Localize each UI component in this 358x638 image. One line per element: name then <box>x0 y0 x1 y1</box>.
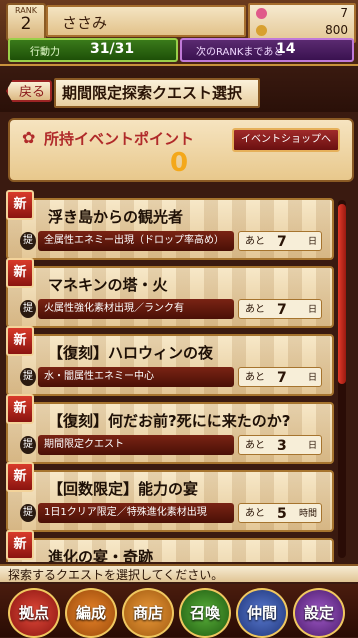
quest-name: 【復刻】ハロウィンの夜 <box>48 344 214 362</box>
remaining-unit: 時間 <box>298 509 317 519</box>
quest-card[interactable]: 新 【復刻】ハロウィンの夜 提 水・闇属性エネミー中心 あと 7 日 <box>6 326 334 396</box>
remaining-prefix: あと <box>245 508 265 519</box>
quest-name: 浮き島からの観光者 <box>48 208 184 226</box>
new-badge: 新 <box>6 258 34 288</box>
stamina-value: 31/31 <box>90 41 135 57</box>
nav-summon-button[interactable]: 召喚 <box>179 588 231 638</box>
new-badge: 新 <box>6 326 34 356</box>
rank-box: RANK 2 <box>6 3 46 41</box>
event-shop-button[interactable]: イベントショップへ <box>232 128 340 152</box>
remaining-unit: 日 <box>307 237 317 247</box>
nav-friends-button[interactable]: 仲間 <box>236 588 288 638</box>
nav-settings-button[interactable]: 設定 <box>293 588 345 638</box>
tei-icon: 提 <box>20 504 36 522</box>
quest-card[interactable]: 新 マネキンの塔・火 提 火属性強化素材出現／ランク有 あと 7 日 <box>6 258 334 328</box>
remaining-prefix: あと <box>245 304 265 315</box>
quest-name: 【回数限定】能力の宴 <box>48 480 199 498</box>
header: RANK 2 ささみ 7 800 行動力 31/31 次のRANKまであと 14 <box>0 0 358 66</box>
remaining-time: あと 5 時間 <box>238 503 322 523</box>
new-badge: 新 <box>6 530 34 560</box>
remaining-prefix: あと <box>245 440 265 451</box>
quest-description: 火属性強化素材出現／ランク有 <box>38 299 234 319</box>
scrollbar-thumb[interactable] <box>338 204 346 384</box>
remaining-time: あと 3 日 <box>238 435 322 455</box>
tei-icon: 提 <box>20 436 36 454</box>
exp-value: 14 <box>276 41 296 57</box>
nav-shop-button[interactable]: 商店 <box>122 588 174 638</box>
remaining-number: 5 <box>277 506 287 522</box>
resource-value: 7 <box>340 6 348 20</box>
player-name-bar: ささみ <box>46 5 246 37</box>
resource-row: 7 <box>254 6 348 22</box>
event-points-panel: ✿ 所持イベントポイント イベントショップへ 0 <box>8 118 354 182</box>
stamina-label: 行動力 <box>30 47 60 58</box>
remaining-number: 3 <box>277 438 287 454</box>
player-name: ささみ <box>62 14 108 32</box>
quest-card[interactable]: 新 【復刻】何だお前?死にに来たのか? 提 期間限定クエスト あと 3 日 <box>6 394 334 464</box>
bottom-nav: 拠点 編成 商店 召喚 仲間 設定 <box>0 584 358 638</box>
remaining-number: 7 <box>277 234 287 250</box>
quest-name: 【復刻】何だお前?死にに来たのか? <box>48 412 291 430</box>
remaining-unit: 日 <box>307 305 317 315</box>
sakura-icon: ✿ <box>22 128 36 147</box>
tei-icon: 提 <box>20 232 36 250</box>
exp-label: 次のRANKまであと <box>196 47 284 58</box>
remaining-number: 7 <box>277 302 287 318</box>
new-badge: 新 <box>6 190 34 220</box>
remaining-time: あと 7 日 <box>238 299 322 319</box>
remaining-number: 7 <box>277 370 287 386</box>
quest-card[interactable]: 新 浮き島からの観光者 提 全属性エネミー出現（ドロップ率高め） あと 7 日 <box>6 190 334 260</box>
stamina-bar: 行動力 31/31 <box>8 38 178 62</box>
exp-bar: 次のRANKまであと 14 <box>180 38 354 62</box>
nav-home-button[interactable]: 拠点 <box>8 588 60 638</box>
remaining-time: あと 7 日 <box>238 367 322 387</box>
resource-box: 7 800 <box>248 3 356 43</box>
quest-description: 1日1クリア限定／特殊進化素材出現 <box>38 503 234 523</box>
quest-description: 水・闇属性エネミー中心 <box>38 367 234 387</box>
tei-icon: 提 <box>20 368 36 386</box>
remaining-time: あと 7 日 <box>238 231 322 251</box>
resource-value: 800 <box>325 23 348 37</box>
tei-icon: 提 <box>20 300 36 318</box>
status-message: 探索するクエストを選択してください。 <box>0 564 358 582</box>
quest-list[interactable]: 新 浮き島からの観光者 提 全属性エネミー出現（ドロップ率高め） あと 7 日 … <box>0 182 358 562</box>
fish-icon <box>256 8 267 19</box>
quest-name: マネキンの塔・火 <box>48 276 168 294</box>
remaining-unit: 日 <box>307 441 317 451</box>
quest-description: 全属性エネミー出現（ドロップ率高め） <box>38 231 234 251</box>
remaining-unit: 日 <box>307 373 317 383</box>
quest-description: 期間限定クエスト <box>38 435 234 455</box>
resource-row: 800 <box>254 23 348 39</box>
event-points-label: 所持イベントポイント <box>44 130 195 148</box>
back-button[interactable]: 戻る <box>6 80 52 102</box>
title-bar: 戻る 期間限定探索クエスト選択 <box>0 66 358 112</box>
remaining-prefix: あと <box>245 236 265 247</box>
quest-card[interactable]: 新 【回数限定】能力の宴 提 1日1クリア限定／特殊進化素材出現 あと 5 時間 <box>6 462 334 532</box>
rank-value: 2 <box>20 14 32 34</box>
new-badge: 新 <box>6 394 34 424</box>
quest-name: 進化の宴・奇跡 <box>48 548 154 562</box>
coin-icon <box>256 25 267 36</box>
page-title: 期間限定探索クエスト選択 <box>54 78 260 108</box>
event-points-value: 0 <box>170 148 189 178</box>
new-badge: 新 <box>6 462 34 492</box>
remaining-prefix: あと <box>245 372 265 383</box>
nav-party-button[interactable]: 編成 <box>65 588 117 638</box>
quest-card[interactable]: 新 進化の宴・奇跡 <box>6 530 334 562</box>
